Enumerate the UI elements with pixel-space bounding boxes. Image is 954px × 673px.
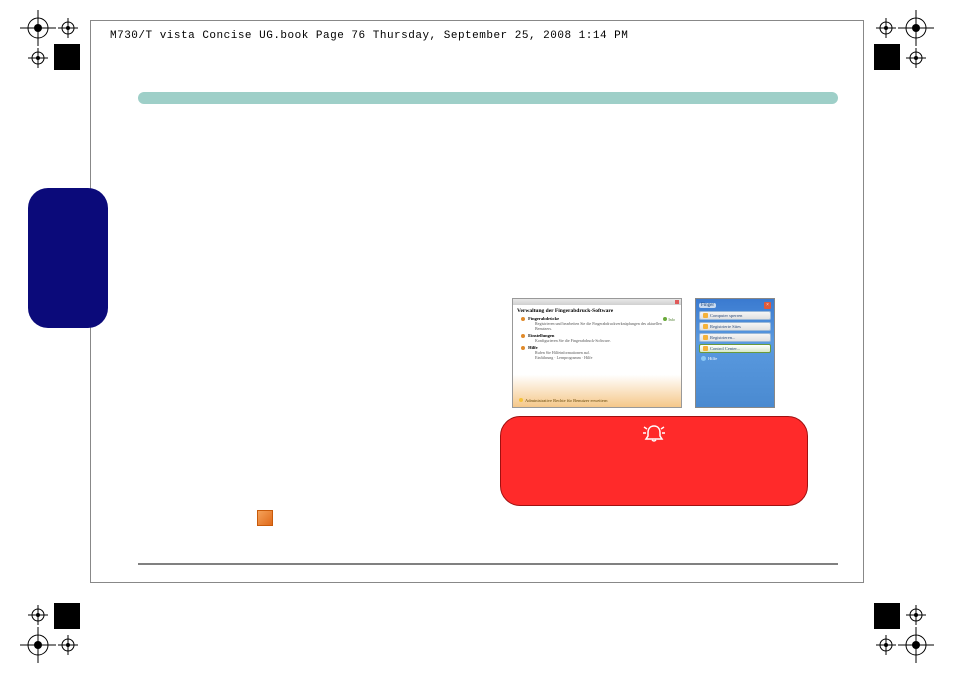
window-titlebar <box>513 299 681 305</box>
chapter-tab <box>28 188 108 328</box>
close-icon: × <box>764 302 771 309</box>
biomenu-item-sites: Registrierte Sites <box>699 322 771 331</box>
cc-sub-item: Lernprogramm <box>557 355 581 360</box>
section-header-bar <box>138 92 838 104</box>
cropmark-bottom-right <box>874 603 934 663</box>
admin-extend-link: Administrative Rechte für Benutzer erwei… <box>519 398 607 403</box>
biomenu-item-label: Computer sperren <box>710 313 742 318</box>
biomenu-titlebar: Finger × <box>699 302 771 309</box>
bullet-icon <box>521 334 525 338</box>
sites-icon <box>703 324 708 329</box>
biomenu-item-label: Control Center... <box>710 346 740 351</box>
controlcenter-icon <box>703 346 708 351</box>
window-heading: Verwaltung der Fingerabdruck-Software <box>517 308 677 314</box>
biomenu-item-label: Registrierte Sites <box>710 324 741 329</box>
lock-icon <box>703 313 708 318</box>
cc-sub-list: Einführung · Lernprogramm · Hilfe <box>535 355 677 360</box>
warning-panel <box>500 416 808 506</box>
cropmark-top-right <box>874 10 934 70</box>
cc-item-help: Hilfe Rufen Sie Hilfeinformationen auf. … <box>521 345 677 360</box>
footer-rule <box>138 563 838 565</box>
control-center-screenshot: Verwaltung der Fingerabdruck-Software In… <box>512 298 682 408</box>
bullet-icon <box>521 317 525 321</box>
cc-sub-item: Einführung <box>535 355 553 360</box>
taskbar-icon <box>257 510 273 526</box>
biomenu-title: Finger <box>699 303 716 308</box>
biomenu-item-lock: Computer sperren <box>699 311 771 320</box>
biomenu-item-register: Registrieren... <box>699 333 771 342</box>
cropmark-top-left <box>20 10 80 70</box>
alarm-icon <box>642 423 666 446</box>
biomenu-screenshot: Finger × Computer sperren Registrierte S… <box>695 298 775 408</box>
register-icon <box>703 335 708 340</box>
info-badge: Info <box>663 317 675 322</box>
cc-item-fingerprints: Fingerabdrücke Registrieren und bearbeit… <box>521 316 677 331</box>
help-icon <box>701 356 706 361</box>
cc-sub-item: Hilfe <box>584 355 592 360</box>
cc-item-desc: Registrieren und bearbeiten Sie die Fing… <box>535 321 677 331</box>
biomenu-item-controlcenter: Control Center... <box>699 344 771 353</box>
cc-item-settings: Einstellungen Konfigurieren Sie die Fing… <box>521 333 677 343</box>
bullet-icon <box>521 346 525 350</box>
biomenu-help-label: Hilfe <box>708 356 717 361</box>
cc-item-desc: Konfigurieren Sie die Fingerabdruck-Soft… <box>535 338 677 343</box>
biomenu-item-label: Registrieren... <box>710 335 735 340</box>
biomenu-item-help: Hilfe <box>701 356 769 361</box>
cropmark-bottom-left <box>20 603 80 663</box>
